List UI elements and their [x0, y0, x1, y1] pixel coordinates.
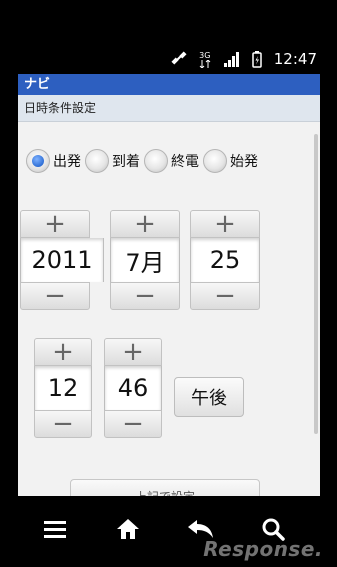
status-time: 12:47: [273, 50, 317, 68]
month-decrement-button[interactable]: −: [110, 282, 180, 310]
minute-spinner: + 46 −: [104, 338, 162, 438]
radio-icon[interactable]: [85, 149, 109, 173]
radio-icon[interactable]: [144, 149, 168, 173]
hour-value: 12: [34, 366, 92, 410]
year-value: 2011: [20, 238, 104, 282]
hour-decrement-button[interactable]: −: [34, 410, 92, 438]
menu-icon[interactable]: [40, 514, 70, 544]
radio-first-train-label: 始発: [230, 154, 258, 170]
radio-first-train[interactable]: 始発: [203, 149, 258, 173]
status-icons: 3G 12:47: [170, 48, 317, 70]
condition-radio-group: 出発 到着 終電 始発: [26, 149, 262, 173]
battery-icon: [252, 51, 262, 68]
day-decrement-button[interactable]: −: [190, 282, 260, 310]
home-icon[interactable]: [113, 514, 143, 544]
radio-arrival[interactable]: 到着: [85, 149, 140, 173]
year-spinner: + 2011 −: [20, 210, 104, 310]
day-increment-button[interactable]: +: [190, 210, 260, 238]
radio-departure[interactable]: 出発: [26, 149, 81, 173]
day-value: 25: [190, 238, 260, 282]
hour-increment-button[interactable]: +: [34, 338, 92, 366]
network-3g-label: 3G: [199, 50, 211, 60]
month-increment-button[interactable]: +: [110, 210, 180, 238]
status-bar: 3G 12:47: [0, 0, 337, 74]
minute-increment-button[interactable]: +: [104, 338, 162, 366]
month-value: 7月: [110, 238, 180, 282]
scrollbar[interactable]: [314, 134, 318, 434]
radio-last-train[interactable]: 終電: [144, 149, 199, 173]
watermark-logo: Response.: [203, 537, 323, 561]
radio-arrival-label: 到着: [112, 154, 140, 170]
radio-icon[interactable]: [203, 149, 227, 173]
radio-last-train-label: 終電: [171, 154, 199, 170]
network-3g-icon: 3G: [196, 51, 214, 68]
minute-value: 46: [104, 366, 162, 410]
month-spinner: + 7月 −: [110, 210, 180, 310]
app-title: ナビ: [18, 74, 320, 95]
minute-decrement-button[interactable]: −: [104, 410, 162, 438]
radio-departure-label: 出発: [53, 154, 81, 170]
year-decrement-button[interactable]: −: [20, 282, 90, 310]
navi-app: ナビ 日時条件設定 出発 到着 終電 始発 + 2011 − + 7月 − + …: [18, 74, 320, 496]
gps-icon: [171, 51, 187, 65]
apply-settings-button[interactable]: 上記で設定: [70, 479, 260, 496]
year-increment-button[interactable]: +: [20, 210, 90, 238]
section-title: 日時条件設定: [18, 95, 320, 122]
day-spinner: + 25 −: [190, 210, 260, 310]
hour-spinner: + 12 −: [34, 338, 92, 438]
ampm-toggle-button[interactable]: 午後: [174, 377, 244, 417]
radio-selected-icon[interactable]: [26, 149, 50, 173]
signal-icon: [223, 52, 239, 67]
